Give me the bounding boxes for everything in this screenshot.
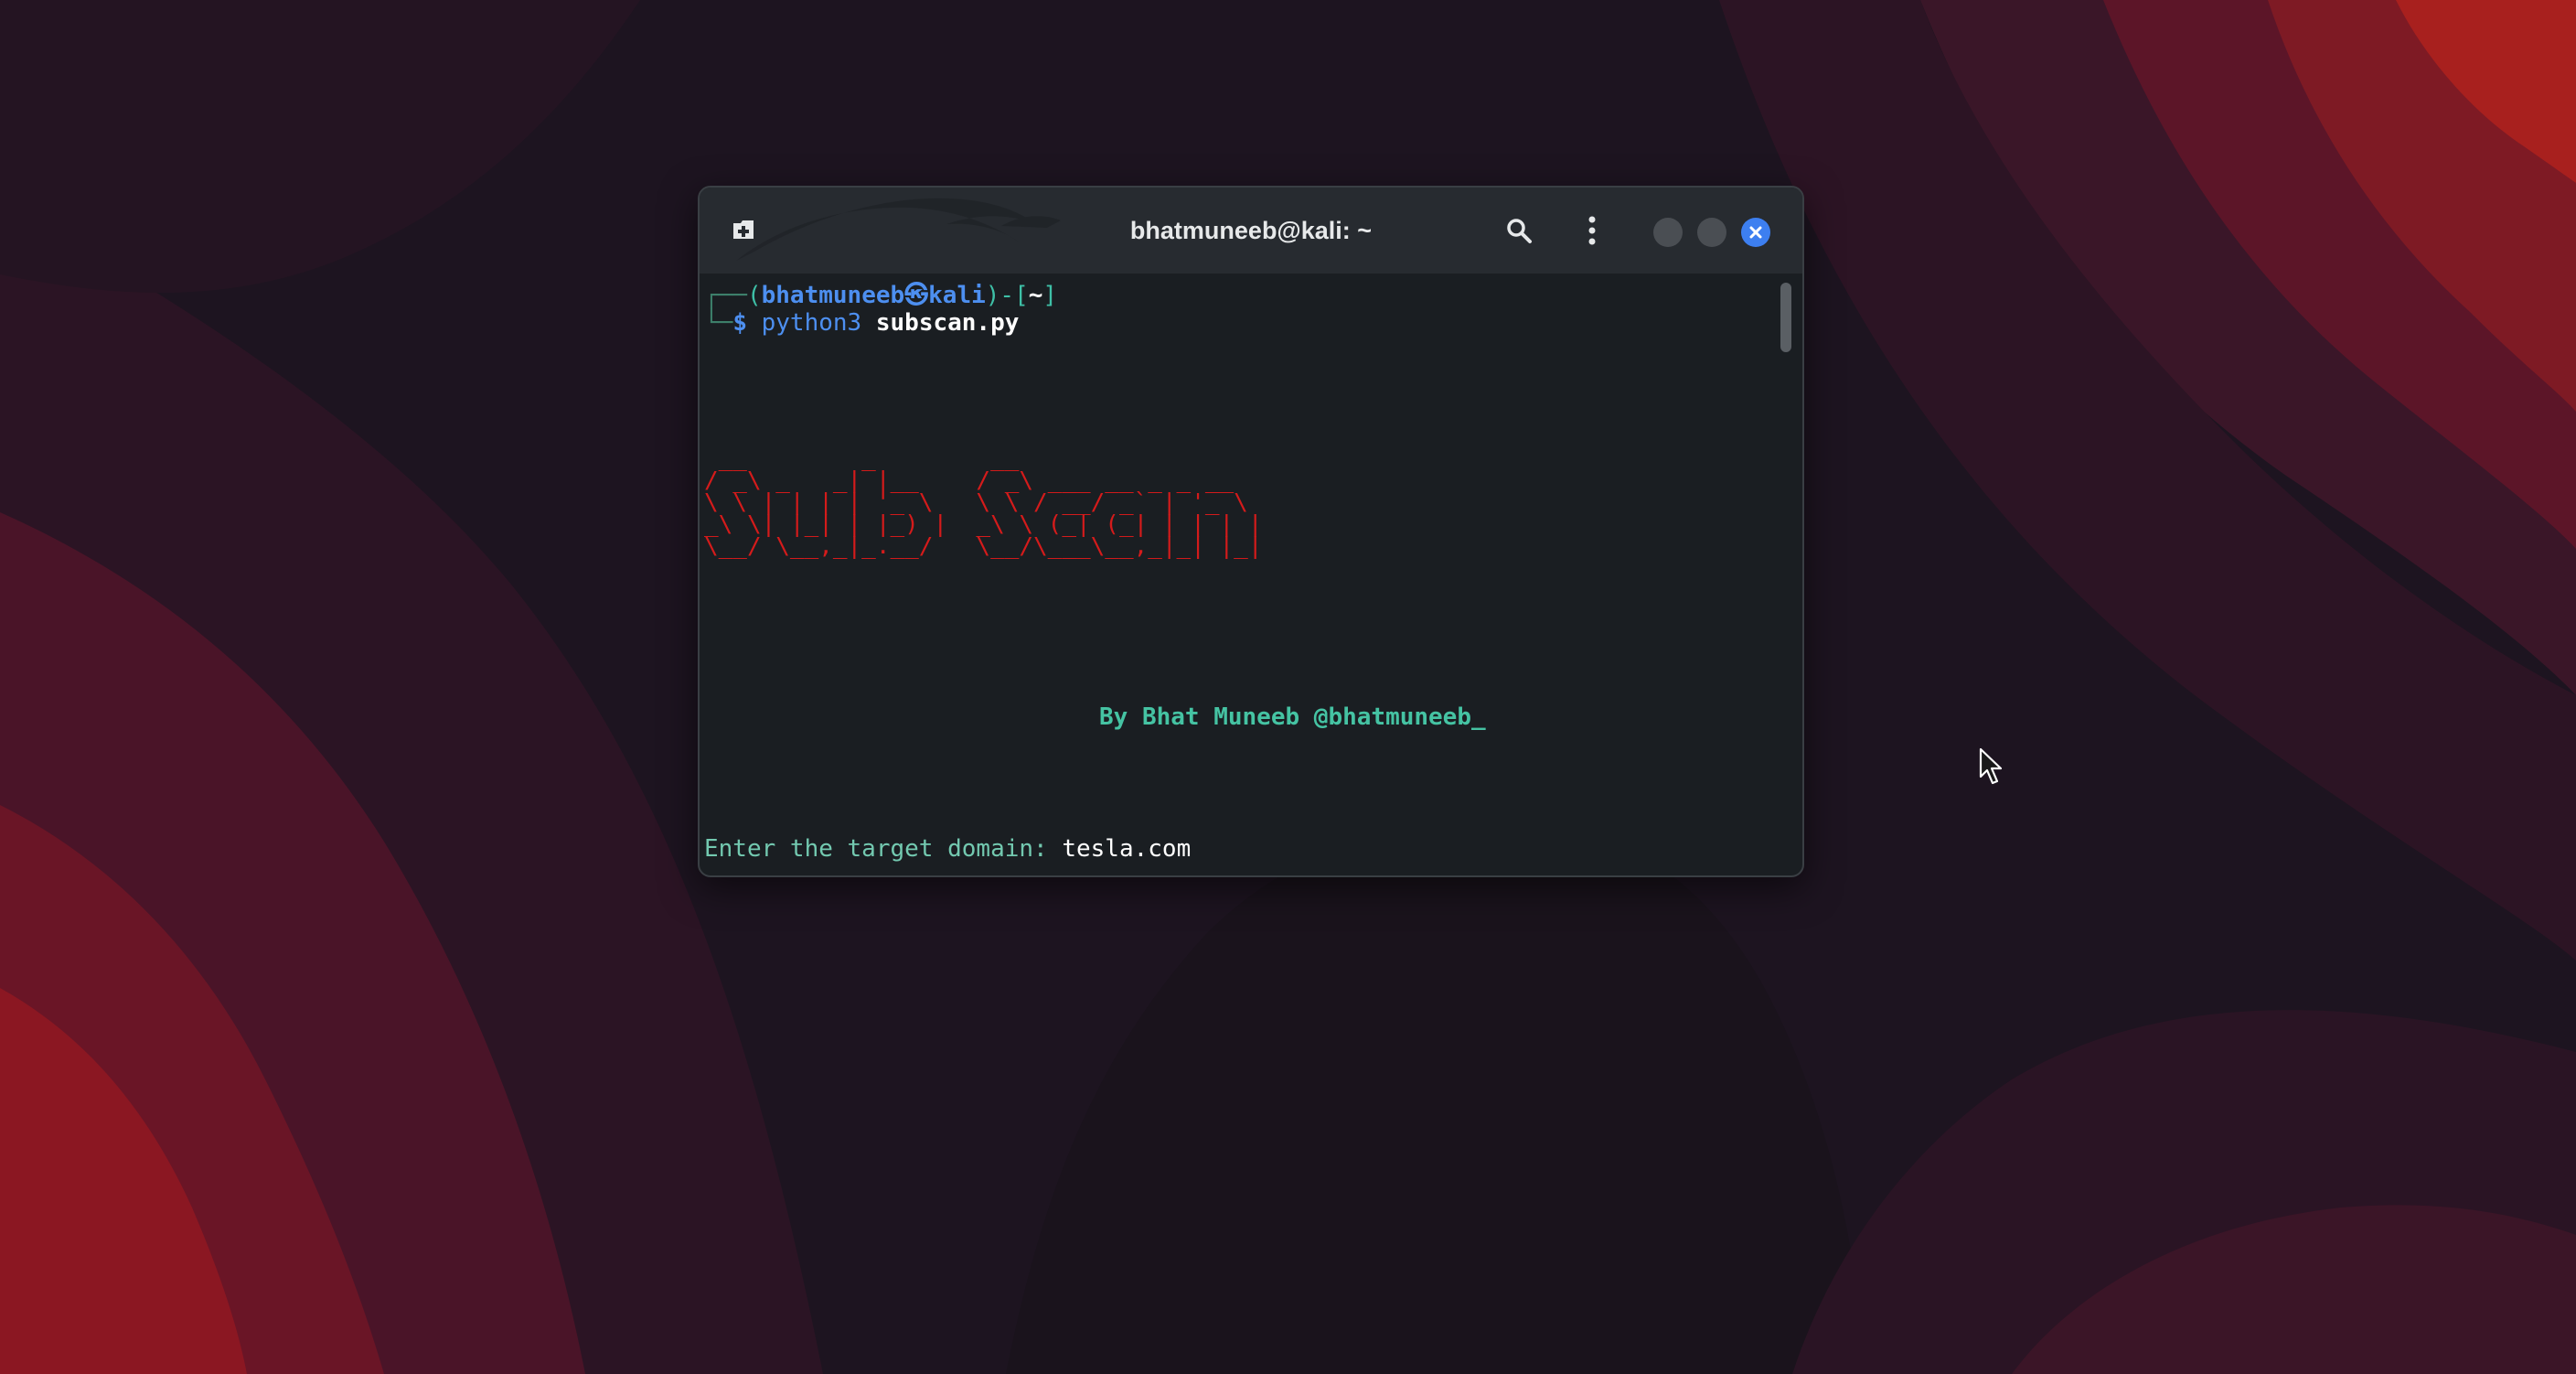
prompt-close-dash: )-[ [985, 282, 1029, 309]
window-title: bhatmuneeb@kali: ~ [1129, 217, 1373, 244]
close-button[interactable] [1741, 218, 1770, 247]
close-icon [1749, 226, 1762, 239]
domain-prompt-label: Enter the target domain: [704, 835, 1063, 863]
title-bar[interactable]: bhatmuneeb@kali: ~ [700, 188, 1802, 274]
scrollbar[interactable] [1780, 283, 1791, 352]
prompt-line-top: ┌──(bhatmuneeb㉿kali)-[~] [704, 276, 1057, 310]
prompt-directory: ~ [1028, 282, 1043, 309]
terminal-output[interactable]: ┌──(bhatmuneeb㉿kali)-[~] └─$ python3 sub… [700, 274, 1802, 875]
prompt-line-command: └─$ python3 subscan.py [704, 309, 1019, 337]
command-name: python3 [761, 309, 862, 337]
prompt-user-host: bhatmuneeb㉿kali [761, 282, 986, 309]
maximize-button[interactable] [1697, 218, 1726, 247]
prompt-close-bracket: ] [1042, 282, 1058, 309]
domain-input-line[interactable]: Enter the target domain: tesla.com [704, 835, 1191, 863]
terminal-window: bhatmuneeb@kali: ~ ┌──(bhatmuneeb㉿kali)-… [698, 186, 1804, 877]
prompt-dollar: $ [732, 309, 747, 337]
search-icon [1507, 219, 1532, 243]
minimize-button[interactable] [1653, 218, 1683, 247]
command-argument: subscan.py [875, 309, 1020, 337]
author-byline: By Bhat Muneeb @bhatmuneeb_ [1099, 703, 1486, 731]
mouse-pointer-icon [1979, 747, 2003, 785]
prompt-open-paren: ( [746, 282, 762, 309]
search-button[interactable] [1501, 212, 1537, 249]
ascii-banner: __ _ __ / _\ _ _| |__ / _\ ___ __ _ _ __… [704, 446, 1263, 559]
domain-input-value[interactable]: tesla.com [1062, 835, 1191, 863]
menu-button[interactable] [1574, 212, 1610, 249]
kebab-menu-icon [1588, 216, 1596, 245]
banner-line: \__/ \__,_|_.__/ \__/\___\__,_|_| |_| [704, 532, 1263, 559]
prompt-corner-bottom: └─ [704, 309, 733, 337]
prompt-corner-top: ┌── [704, 282, 747, 309]
